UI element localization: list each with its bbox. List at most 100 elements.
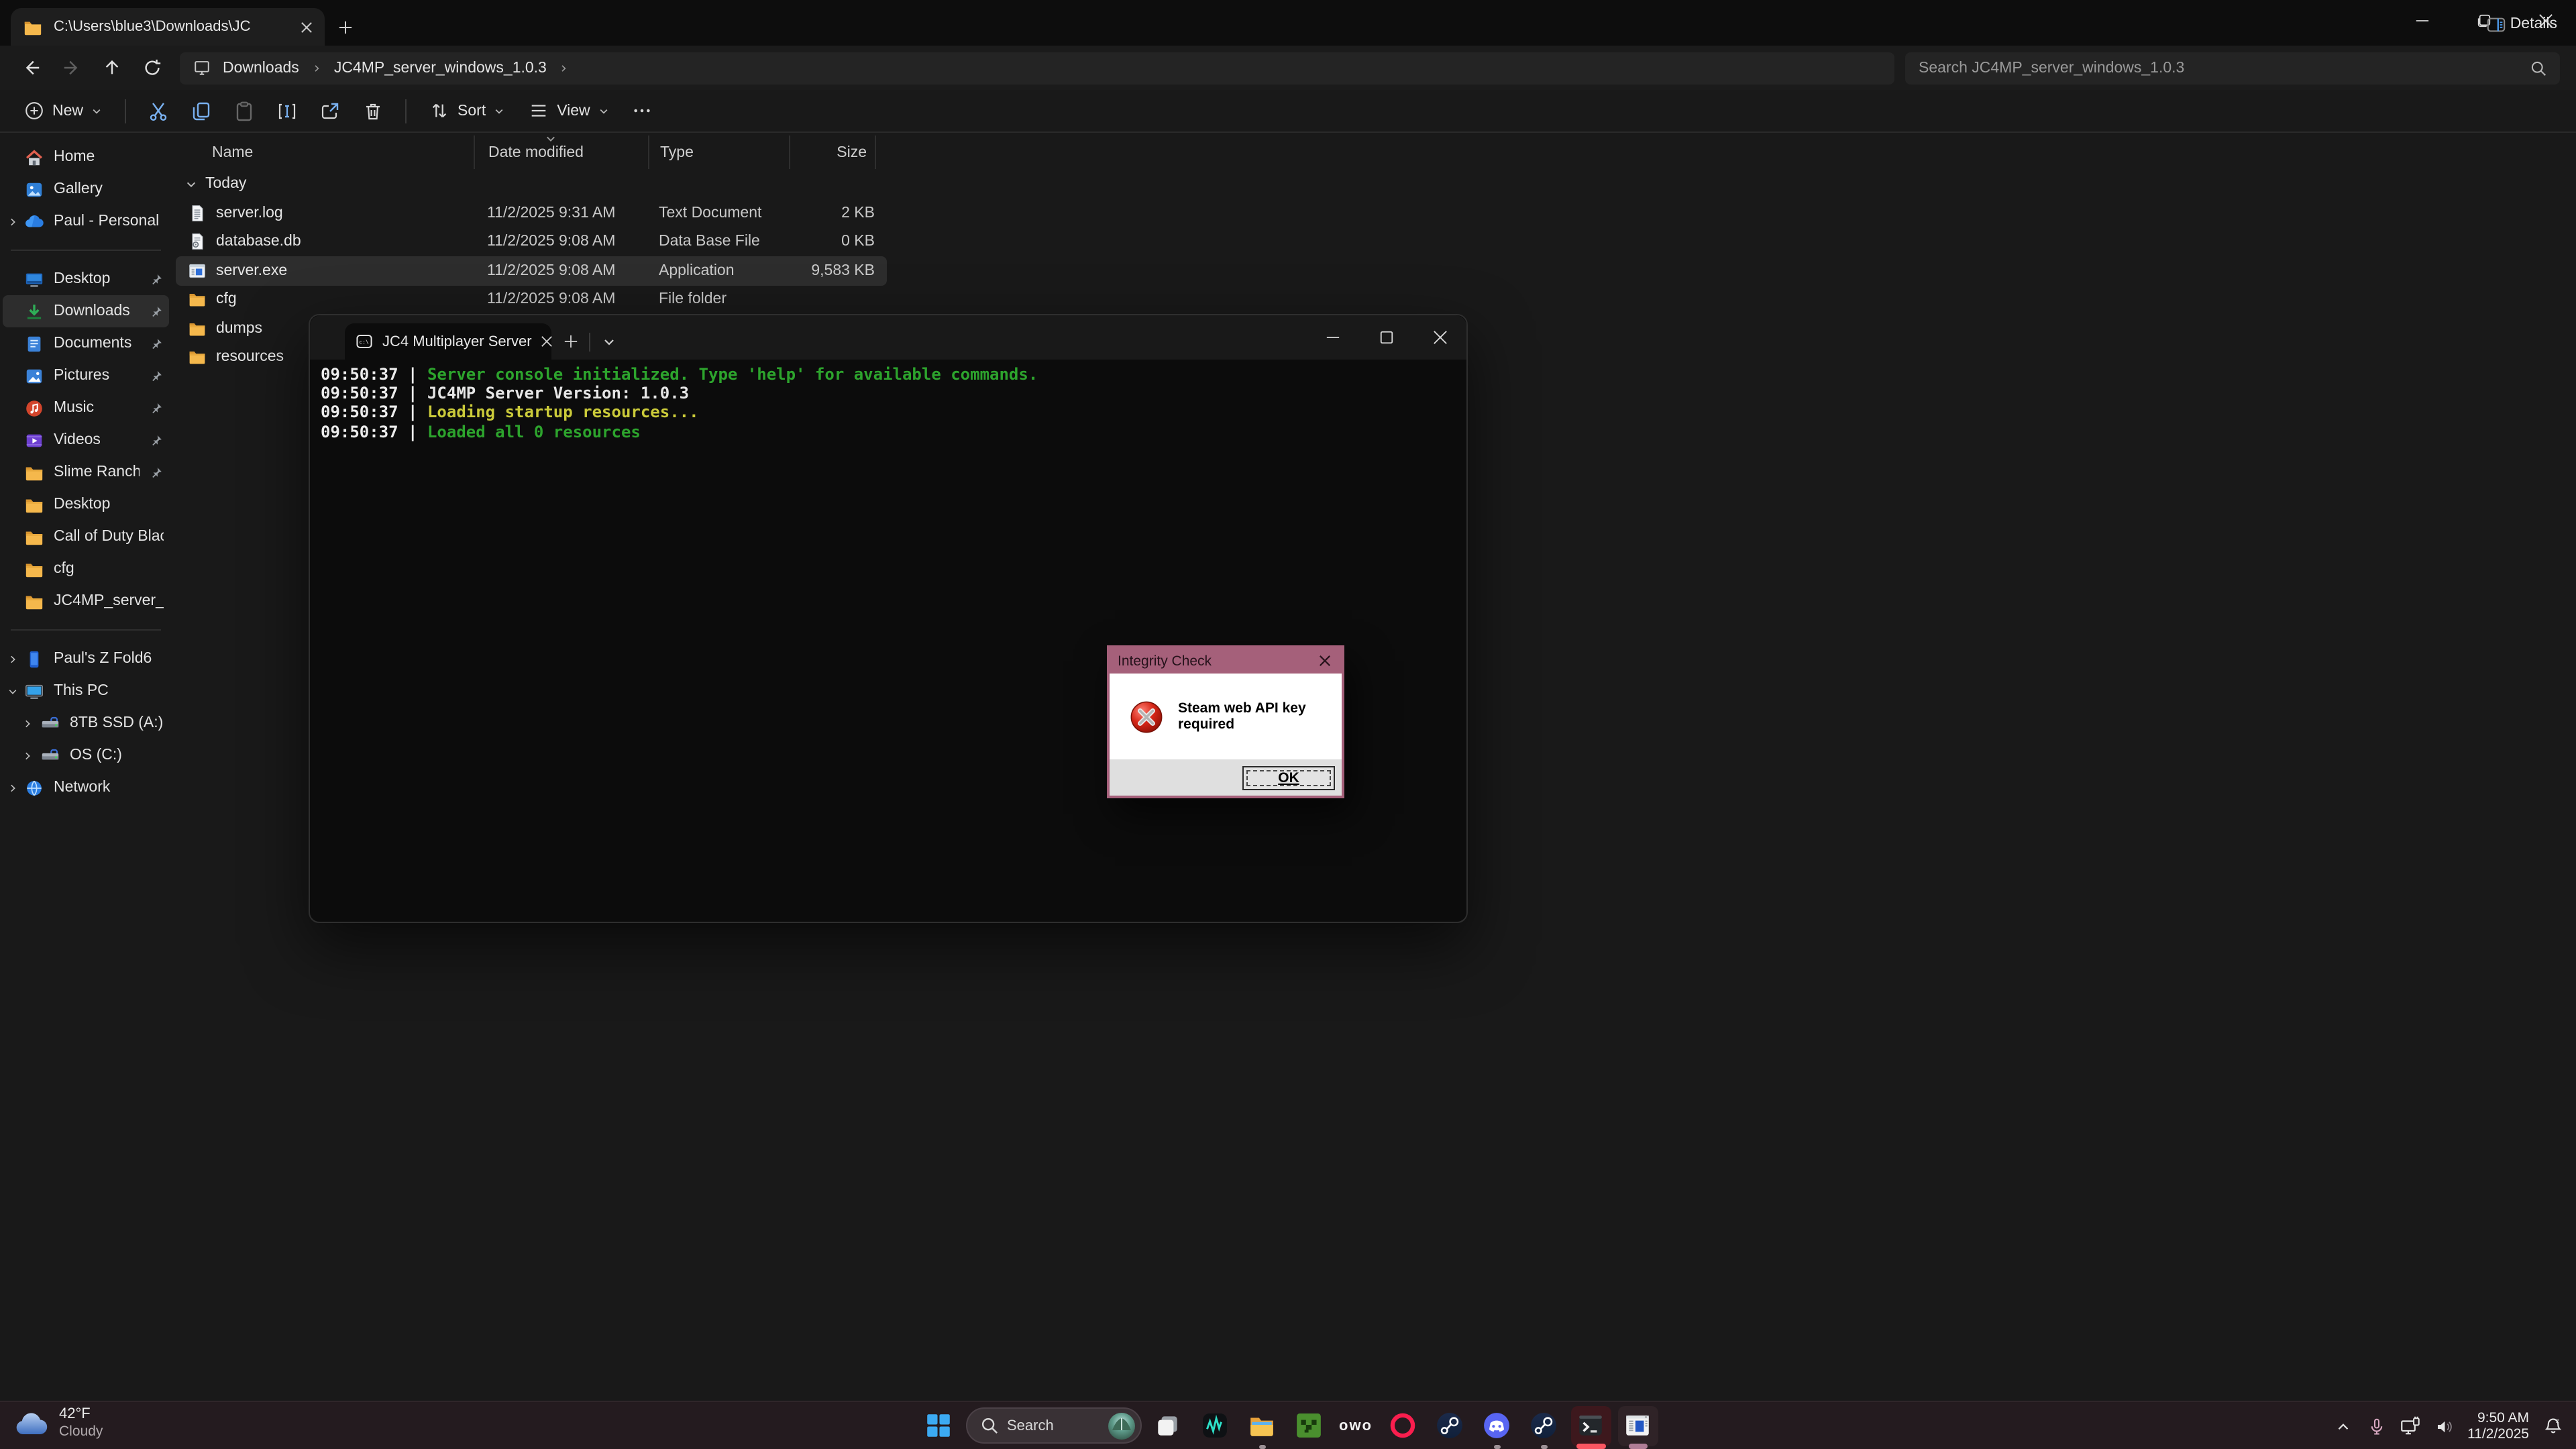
search-box[interactable]: Search JC4MP_server_windows_1.0.3	[1905, 52, 2560, 84]
paste-button[interactable]	[224, 93, 264, 128]
view-button[interactable]: View	[518, 93, 619, 128]
minecraft-icon[interactable]	[1289, 1405, 1329, 1446]
owo-icon[interactable]: owo	[1336, 1405, 1376, 1446]
share-button[interactable]	[310, 93, 350, 128]
up-button[interactable]	[91, 49, 131, 87]
chevron-down-icon	[494, 105, 504, 116]
sidebar-item-cfg[interactable]: cfg	[3, 553, 169, 585]
delete-button[interactable]	[353, 93, 393, 128]
taskbar-search[interactable]: Search	[965, 1407, 1141, 1444]
start-button[interactable]	[918, 1405, 959, 1446]
chevron-right-icon[interactable]	[7, 782, 19, 794]
sidebar-item-home[interactable]: Home	[3, 141, 169, 173]
sidebar-item-paul-s-z-fold6[interactable]: Paul's Z Fold6	[3, 643, 169, 675]
dialog-titlebar[interactable]: Integrity Check	[1110, 648, 1342, 674]
sidebar-item-videos[interactable]: Videos	[3, 424, 169, 456]
chevron-right-icon[interactable]	[21, 749, 34, 761]
network-icon[interactable]	[2395, 1411, 2424, 1441]
sidebar-item-downloads[interactable]: Downloads	[3, 295, 169, 327]
discord-icon[interactable]	[1477, 1405, 1517, 1446]
sidebar-item-desktop[interactable]: Desktop	[3, 488, 169, 521]
rename-button[interactable]	[267, 93, 307, 128]
terminal-minimize-button[interactable]	[1305, 315, 1359, 360]
steam-icon[interactable]	[1430, 1405, 1470, 1446]
sidebar-item-desktop[interactable]: Desktop	[3, 263, 169, 295]
steam-icon-2[interactable]	[1523, 1405, 1564, 1446]
terminal-window[interactable]: c:\ JC4 Multiplayer Server 09:50:37 | Se…	[309, 314, 1468, 923]
column-header-type[interactable]: Type	[648, 136, 789, 169]
sidebar-item-pictures[interactable]: Pictures	[3, 360, 169, 392]
back-button[interactable]	[11, 49, 51, 87]
more-options-button[interactable]	[623, 93, 663, 128]
details-pane-button[interactable]: Details	[2475, 0, 2568, 48]
cut-button[interactable]	[138, 93, 178, 128]
new-tab-button[interactable]	[325, 8, 365, 46]
pin-icon	[149, 368, 164, 383]
terminal-tab[interactable]: c:\ JC4 Multiplayer Server	[345, 323, 551, 360]
sidebar-item-8tb-ssd-a[interactable]: 8TB SSD (A:)	[3, 707, 169, 739]
file-size: 9,583 KB	[789, 263, 875, 279]
file-row-server-log[interactable]: server.log11/2/2025 9:31 AMText Document…	[176, 199, 887, 227]
column-header-size[interactable]: Size	[789, 136, 875, 169]
search-icon[interactable]	[2530, 60, 2546, 76]
sidebar-item-jc4mp-server-window[interactable]: JC4MP_server_window	[3, 585, 169, 617]
task-view-button[interactable]	[1148, 1405, 1188, 1446]
sidebar-item-call-of-duty-black-op[interactable]: Call of Duty Black Op	[3, 521, 169, 553]
tab-close-icon[interactable]	[301, 21, 313, 33]
sort-button[interactable]: Sort	[419, 93, 515, 128]
voicemod-icon[interactable]	[1195, 1405, 1235, 1446]
dialog-close-icon[interactable]	[1315, 651, 1334, 670]
folder-icon	[24, 527, 44, 547]
column-header-date-modified[interactable]: Date modified	[474, 136, 648, 169]
opera-gx-icon[interactable]	[1383, 1405, 1423, 1446]
sidebar-item-documents[interactable]: Documents	[3, 327, 169, 360]
integrity-check-dialog[interactable]: Integrity Check Steam web API key requir…	[1107, 645, 1344, 798]
taskbar-clock[interactable]: 9:50 AM 11/2/2025	[2462, 1409, 2534, 1443]
ok-button[interactable]: OK	[1242, 765, 1335, 790]
sidebar-item-gallery[interactable]: Gallery	[3, 173, 169, 205]
sidebar-item-paul-personal[interactable]: Paul - Personal	[3, 205, 169, 237]
breadcrumb-chevron-icon[interactable]	[311, 62, 322, 73]
chevron-down-icon[interactable]	[7, 685, 19, 697]
chevron-right-icon[interactable]	[21, 717, 34, 729]
sidebar-item-network[interactable]: Network	[3, 771, 169, 804]
volume-icon[interactable]	[2428, 1411, 2458, 1441]
console-output[interactable]: 09:50:37 | Server console initialized. T…	[310, 360, 1466, 447]
sidebar-item-this-pc[interactable]: This PC	[3, 675, 169, 707]
breadcrumb-chevron-icon[interactable]	[559, 62, 570, 73]
terminal-taskbar-icon[interactable]	[1570, 1405, 1611, 1446]
group-header-today[interactable]: Today	[172, 169, 2576, 199]
refresh-button[interactable]	[131, 49, 172, 87]
file-explorer-icon[interactable]	[1242, 1405, 1282, 1446]
pin-icon	[149, 433, 164, 447]
file-row-cfg[interactable]: cfg11/2/2025 9:08 AMFile folder	[176, 285, 887, 314]
chevron-right-icon[interactable]	[7, 215, 19, 227]
forward-button[interactable]	[51, 49, 91, 87]
address-bar[interactable]: Downloads JC4MP_server_windows_1.0.3	[180, 52, 1894, 84]
breadcrumb-item-jc4mp-server-windows-1-0-3[interactable]: JC4MP_server_windows_1.0.3	[334, 60, 547, 76]
column-header-name[interactable]: Name	[172, 136, 474, 169]
breadcrumb-item-downloads[interactable]: Downloads	[223, 60, 299, 76]
phone-icon	[24, 649, 44, 669]
terminal-tab-dropdown-button[interactable]	[590, 323, 628, 360]
terminal-maximize-button[interactable]	[1359, 315, 1413, 360]
terminal-new-tab-button[interactable]	[551, 323, 589, 360]
chevron-right-icon[interactable]	[7, 653, 19, 665]
sidebar-item-music[interactable]: Music	[3, 392, 169, 424]
copy-button[interactable]	[181, 93, 221, 128]
file-row-database-db[interactable]: database.db11/2/2025 9:08 AMData Base Fi…	[176, 227, 887, 256]
new-button[interactable]: New	[13, 93, 113, 128]
terminal-titlebar[interactable]: c:\ JC4 Multiplayer Server	[310, 315, 1466, 360]
server-app-taskbar-icon[interactable]	[1617, 1405, 1658, 1446]
microphone-in-use-icon[interactable]	[2361, 1411, 2391, 1441]
weather-widget[interactable]: 42°F Cloudy	[13, 1406, 103, 1440]
minimize-button[interactable]	[2391, 0, 2453, 40]
sidebar-item-slime-rancher-mo[interactable]: Slime Rancher Mo	[3, 456, 169, 488]
sidebar-item-os-c[interactable]: OS (C:)	[3, 739, 169, 771]
explorer-tab[interactable]: C:\Users\blue3\Downloads\JC	[11, 8, 325, 46]
file-row-server-exe[interactable]: server.exe11/2/2025 9:08 AMApplication9,…	[176, 256, 887, 285]
terminal-close-button[interactable]	[1413, 315, 1466, 360]
notification-bell-dnd-icon[interactable]: z	[2538, 1411, 2568, 1441]
console-separator: |	[398, 403, 427, 422]
tray-chevron-up-icon[interactable]	[2328, 1411, 2357, 1441]
